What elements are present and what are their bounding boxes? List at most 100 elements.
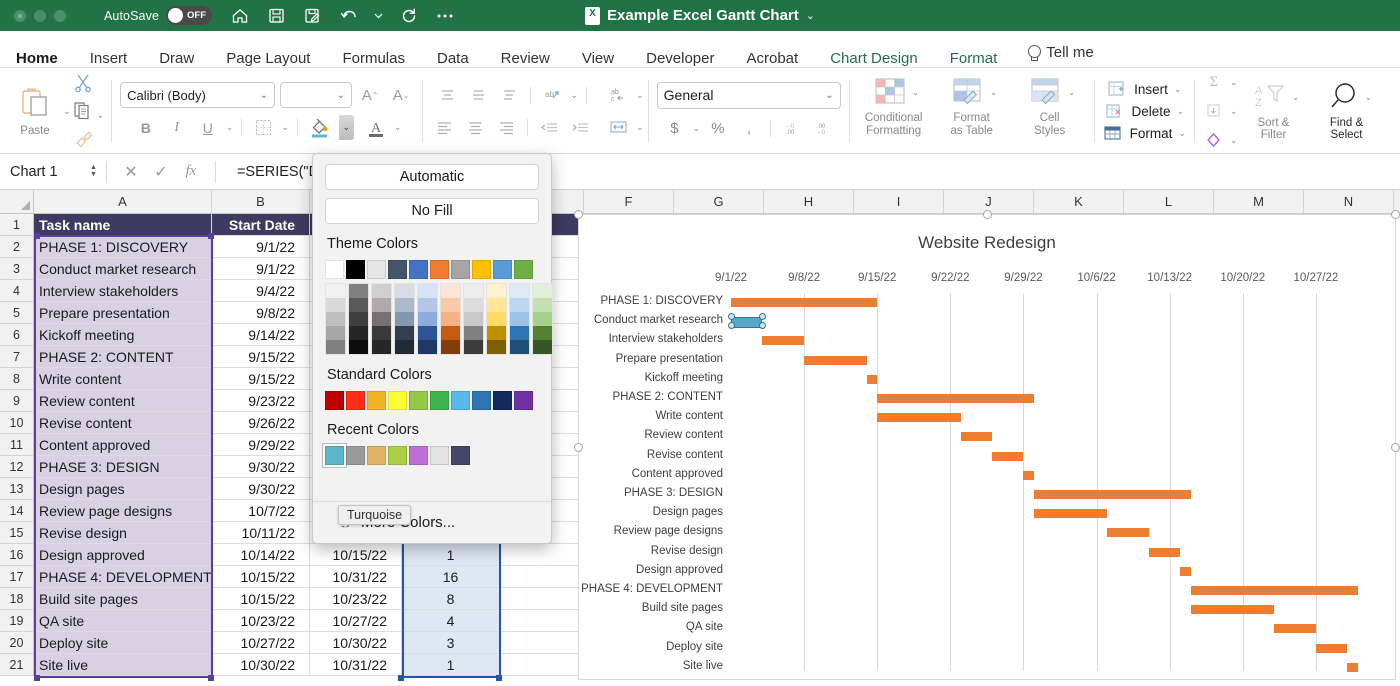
theme-tint-swatch[interactable] bbox=[441, 312, 460, 326]
row-header[interactable]: 10 bbox=[0, 412, 34, 434]
theme-tint-swatch[interactable] bbox=[349, 340, 368, 354]
sort-filter-button[interactable]: AZ ⌄ Sort &Filter bbox=[1238, 81, 1310, 142]
cell-styles-chevron-down-icon[interactable]: ⌄ bbox=[1068, 87, 1076, 98]
cell[interactable]: Interview stakeholders bbox=[34, 280, 212, 302]
column-header-M[interactable]: M bbox=[1214, 190, 1304, 213]
cell[interactable]: 10/30/22 bbox=[310, 632, 402, 654]
fill-color-dropdown[interactable]: Automatic No Fill Theme Colors Standard … bbox=[312, 153, 552, 544]
theme-tint-swatch[interactable] bbox=[372, 312, 391, 326]
cell[interactable]: Kickoff meeting bbox=[34, 324, 212, 346]
row-header[interactable]: 12 bbox=[0, 456, 34, 478]
column-header-N[interactable]: N bbox=[1304, 190, 1394, 213]
wrap-text-icon[interactable]: abc bbox=[605, 83, 631, 108]
no-fill-button[interactable]: No Fill bbox=[325, 198, 539, 224]
cell[interactable] bbox=[500, 632, 584, 654]
cell[interactable]: 9/30/22 bbox=[212, 456, 310, 478]
cell[interactable]: 9/1/22 bbox=[212, 236, 310, 258]
decrease-decimal-icon[interactable]: .00→0 bbox=[810, 116, 836, 141]
recent-color-swatch[interactable] bbox=[409, 446, 428, 465]
row-header[interactable]: 16 bbox=[0, 544, 34, 566]
cell[interactable]: 10/11/22 bbox=[212, 522, 310, 544]
orientation-chevron-down-icon[interactable]: ⌄ bbox=[570, 90, 578, 101]
cell[interactable]: Task name bbox=[34, 214, 212, 236]
borders-chevron-down-icon[interactable]: ⌄ bbox=[281, 122, 289, 133]
save-icon[interactable] bbox=[266, 6, 286, 26]
gantt-bar[interactable] bbox=[1191, 605, 1275, 614]
cell[interactable]: Site live bbox=[34, 654, 212, 676]
chart-handle-tc[interactable] bbox=[983, 210, 992, 219]
format-painter-icon[interactable] bbox=[73, 129, 95, 150]
row-header[interactable]: 13 bbox=[0, 478, 34, 500]
theme-tint-swatch[interactable] bbox=[418, 326, 437, 340]
row-header[interactable]: 4 bbox=[0, 280, 34, 302]
cancel-formula-icon[interactable]: ✕ bbox=[116, 162, 146, 182]
cell[interactable]: Write content bbox=[34, 368, 212, 390]
column-header-K[interactable]: K bbox=[1034, 190, 1124, 213]
row-header[interactable]: 7 bbox=[0, 346, 34, 368]
align-top-icon[interactable] bbox=[434, 83, 460, 108]
cell[interactable]: 3 bbox=[402, 632, 500, 654]
align-right-icon[interactable] bbox=[493, 115, 519, 140]
theme-tint-swatch[interactable] bbox=[441, 284, 460, 298]
gantt-bar[interactable] bbox=[1347, 663, 1357, 672]
chart-plot-area[interactable] bbox=[731, 293, 1387, 671]
cell[interactable]: Review page designs bbox=[34, 500, 212, 522]
align-middle-icon[interactable] bbox=[465, 83, 491, 108]
theme-tint-swatch[interactable] bbox=[464, 298, 483, 312]
row-header[interactable]: 15 bbox=[0, 522, 34, 544]
theme-color-swatch[interactable] bbox=[451, 260, 470, 279]
theme-tint-swatch[interactable] bbox=[395, 312, 414, 326]
cell[interactable]: 9/8/22 bbox=[212, 302, 310, 324]
row-header[interactable]: 6 bbox=[0, 324, 34, 346]
gantt-bar[interactable] bbox=[1023, 471, 1033, 480]
gantt-chart[interactable]: Website Redesign 9/1/229/8/229/15/229/22… bbox=[578, 214, 1396, 680]
theme-color-swatch[interactable] bbox=[346, 260, 365, 279]
shrink-font-icon[interactable]: A⌄ bbox=[388, 83, 414, 108]
theme-tint-swatch[interactable] bbox=[487, 284, 506, 298]
recent-color-swatch[interactable] bbox=[325, 446, 344, 465]
row-header[interactable]: 17 bbox=[0, 566, 34, 588]
cell[interactable]: Design approved bbox=[34, 544, 212, 566]
cell[interactable] bbox=[500, 566, 584, 588]
row-header[interactable]: 14 bbox=[0, 500, 34, 522]
cell[interactable]: Revise content bbox=[34, 412, 212, 434]
paste-button[interactable]: Paste bbox=[7, 86, 63, 137]
theme-tint-swatch[interactable] bbox=[395, 298, 414, 312]
recent-color-swatch[interactable] bbox=[451, 446, 470, 465]
gantt-bar[interactable] bbox=[961, 432, 992, 441]
row-header[interactable]: 8 bbox=[0, 368, 34, 390]
clear-icon[interactable] bbox=[1201, 128, 1227, 153]
gantt-bar[interactable] bbox=[992, 452, 1023, 461]
theme-tint-swatch[interactable] bbox=[418, 312, 437, 326]
insert-chevron-down-icon[interactable]: ⌄ bbox=[1174, 84, 1182, 95]
gantt-bar[interactable] bbox=[877, 394, 1034, 403]
theme-tint-swatch[interactable] bbox=[372, 326, 391, 340]
theme-tint-swatch[interactable] bbox=[326, 312, 345, 326]
chart-title[interactable]: Website Redesign bbox=[579, 233, 1395, 253]
cell[interactable]: 9/15/22 bbox=[212, 368, 310, 390]
theme-tint-swatch[interactable] bbox=[372, 284, 391, 298]
cell[interactable]: 10/27/22 bbox=[310, 610, 402, 632]
underline-chevron-down-icon[interactable]: ⌄ bbox=[226, 122, 234, 133]
row-header[interactable]: 1 bbox=[0, 214, 34, 236]
standard-color-swatch[interactable] bbox=[346, 391, 365, 410]
row-header[interactable]: 2 bbox=[0, 236, 34, 258]
cell[interactable]: PHASE 1: DISCOVERY bbox=[34, 236, 212, 258]
more-options-icon[interactable] bbox=[435, 6, 455, 26]
cell[interactable]: 9/30/22 bbox=[212, 478, 310, 500]
title-chevron-down-icon[interactable]: ⌄ bbox=[806, 9, 815, 22]
row-header[interactable]: 9 bbox=[0, 390, 34, 412]
cell[interactable]: 10/15/22 bbox=[212, 588, 310, 610]
sort-filter-chevron-down-icon[interactable]: ⌄ bbox=[1292, 92, 1300, 103]
cell[interactable]: 9/23/22 bbox=[212, 390, 310, 412]
gantt-bar[interactable] bbox=[731, 298, 877, 307]
bar-selection-handle[interactable] bbox=[759, 313, 766, 320]
cell[interactable]: Build site pages bbox=[34, 588, 212, 610]
column-header-L[interactable]: L bbox=[1124, 190, 1214, 213]
close-window-button[interactable] bbox=[14, 10, 26, 22]
theme-tint-swatch[interactable] bbox=[441, 298, 460, 312]
underline-button[interactable]: U bbox=[195, 115, 221, 140]
theme-color-swatch[interactable] bbox=[493, 260, 512, 279]
gantt-bar[interactable] bbox=[1274, 624, 1316, 633]
gantt-bar[interactable] bbox=[877, 413, 961, 422]
